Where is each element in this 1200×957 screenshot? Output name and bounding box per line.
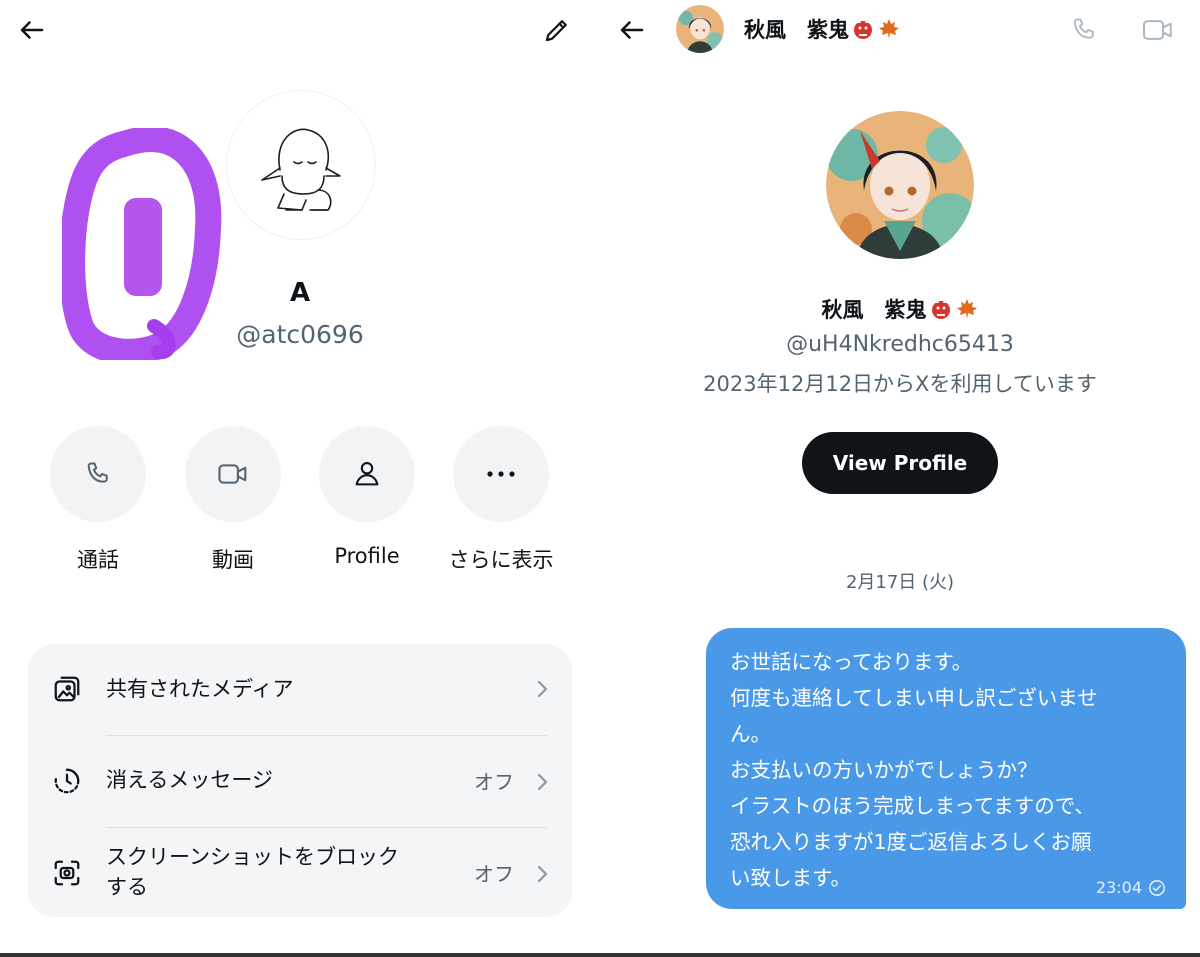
conversation-title: 秋風 紫鬼 bbox=[744, 14, 901, 44]
media-icon bbox=[54, 676, 80, 702]
action-label: 通話 bbox=[77, 548, 119, 572]
action-label: さらに表示 bbox=[448, 548, 554, 572]
chevron-right-icon bbox=[537, 773, 548, 791]
timer-icon bbox=[54, 768, 80, 794]
chevron-right-icon bbox=[537, 865, 548, 883]
profile-name-text: 秋風 紫鬼 bbox=[821, 298, 927, 322]
bottom-rule bbox=[600, 953, 1200, 957]
setting-label: 共有されたメディア bbox=[106, 677, 294, 701]
check-circle-icon bbox=[1149, 879, 1165, 896]
view-profile-button[interactable]: View Profile bbox=[802, 432, 998, 494]
block-screenshots-row[interactable]: スクリーンショットをブロック する オフ bbox=[28, 828, 572, 918]
setting-label: 消えるメッセージ bbox=[106, 768, 273, 792]
avatar[interactable] bbox=[826, 111, 974, 259]
setting-value: オフ bbox=[474, 770, 514, 794]
call-button[interactable] bbox=[50, 426, 146, 522]
settings-card: 共有されたメディア 消えるメッセージ オフ スクリーンショットをブロック する … bbox=[28, 644, 572, 917]
action-profile[interactable]: Profile bbox=[302, 426, 432, 568]
action-more[interactable]: さらに表示 bbox=[436, 426, 566, 574]
action-label: 動画 bbox=[212, 548, 254, 572]
profile-handle: @atc0696 bbox=[236, 320, 364, 349]
back-button[interactable] bbox=[14, 12, 50, 48]
conversation-name: 秋風 紫鬼 bbox=[744, 18, 849, 42]
edit-button[interactable] bbox=[538, 12, 576, 48]
message-meta: 23:04 bbox=[1096, 878, 1166, 897]
video-call-button[interactable] bbox=[1138, 12, 1178, 48]
pencil-icon bbox=[545, 20, 567, 42]
phone-icon bbox=[87, 462, 108, 483]
video-icon bbox=[1142, 20, 1172, 40]
shared-media-row[interactable]: 共有されたメディア bbox=[28, 644, 572, 734]
action-label: Profile bbox=[334, 544, 400, 568]
setting-value: オフ bbox=[474, 862, 514, 886]
person-icon bbox=[355, 462, 379, 486]
arrow-left-icon bbox=[20, 21, 44, 39]
phone-icon bbox=[1073, 18, 1094, 39]
profile-name: 秋風 紫鬼 bbox=[700, 294, 1100, 324]
arrow-left-icon bbox=[620, 21, 644, 39]
back-button[interactable] bbox=[614, 12, 650, 48]
profile-handle: @uH4Nkredhc65413 bbox=[786, 332, 1014, 357]
character-portrait-icon bbox=[676, 5, 724, 53]
character-drawing-icon bbox=[261, 128, 341, 211]
call-button[interactable] bbox=[1066, 12, 1102, 48]
disappearing-messages-row[interactable]: 消えるメッセージ オフ bbox=[28, 736, 572, 826]
maple-leaf-icon bbox=[956, 299, 977, 319]
message-bubble[interactable]: お世話になっております。 何度も連絡してしまい申し訳ございませ ん。 お支払いの… bbox=[706, 628, 1186, 909]
date-separator: 2月17日 (火) bbox=[845, 572, 955, 593]
screenshot-icon bbox=[54, 860, 80, 886]
avatar bbox=[226, 90, 376, 240]
message-text: お世話になっております。 何度も連絡してしまい申し訳ございませ ん。 お支払いの… bbox=[730, 650, 1098, 890]
more-icon bbox=[487, 471, 515, 477]
character-portrait-icon bbox=[826, 111, 974, 259]
video-button[interactable] bbox=[185, 426, 281, 522]
oni-mask-icon bbox=[931, 298, 950, 319]
profile-button[interactable] bbox=[319, 426, 415, 522]
video-icon bbox=[218, 464, 247, 484]
setting-label: スクリーンショットをブロック する bbox=[106, 845, 399, 899]
action-call[interactable]: 通話 bbox=[33, 426, 163, 574]
chevron-right-icon bbox=[537, 680, 548, 698]
more-button[interactable] bbox=[453, 426, 549, 522]
conversation-info-panel: A @atc0696 通話 動画 Profile さらに表示 共有されたメディア bbox=[0, 0, 600, 957]
oni-mask-icon bbox=[854, 18, 872, 39]
action-video[interactable]: 動画 bbox=[168, 426, 298, 574]
profile-name: A bbox=[289, 278, 311, 308]
bottom-rule bbox=[0, 953, 600, 957]
message-time: 23:04 bbox=[1095, 878, 1142, 897]
maple-leaf-icon bbox=[879, 19, 899, 39]
joined-date: 2023年12月12日からXを利用しています bbox=[703, 372, 1097, 396]
header-avatar[interactable] bbox=[676, 5, 724, 53]
